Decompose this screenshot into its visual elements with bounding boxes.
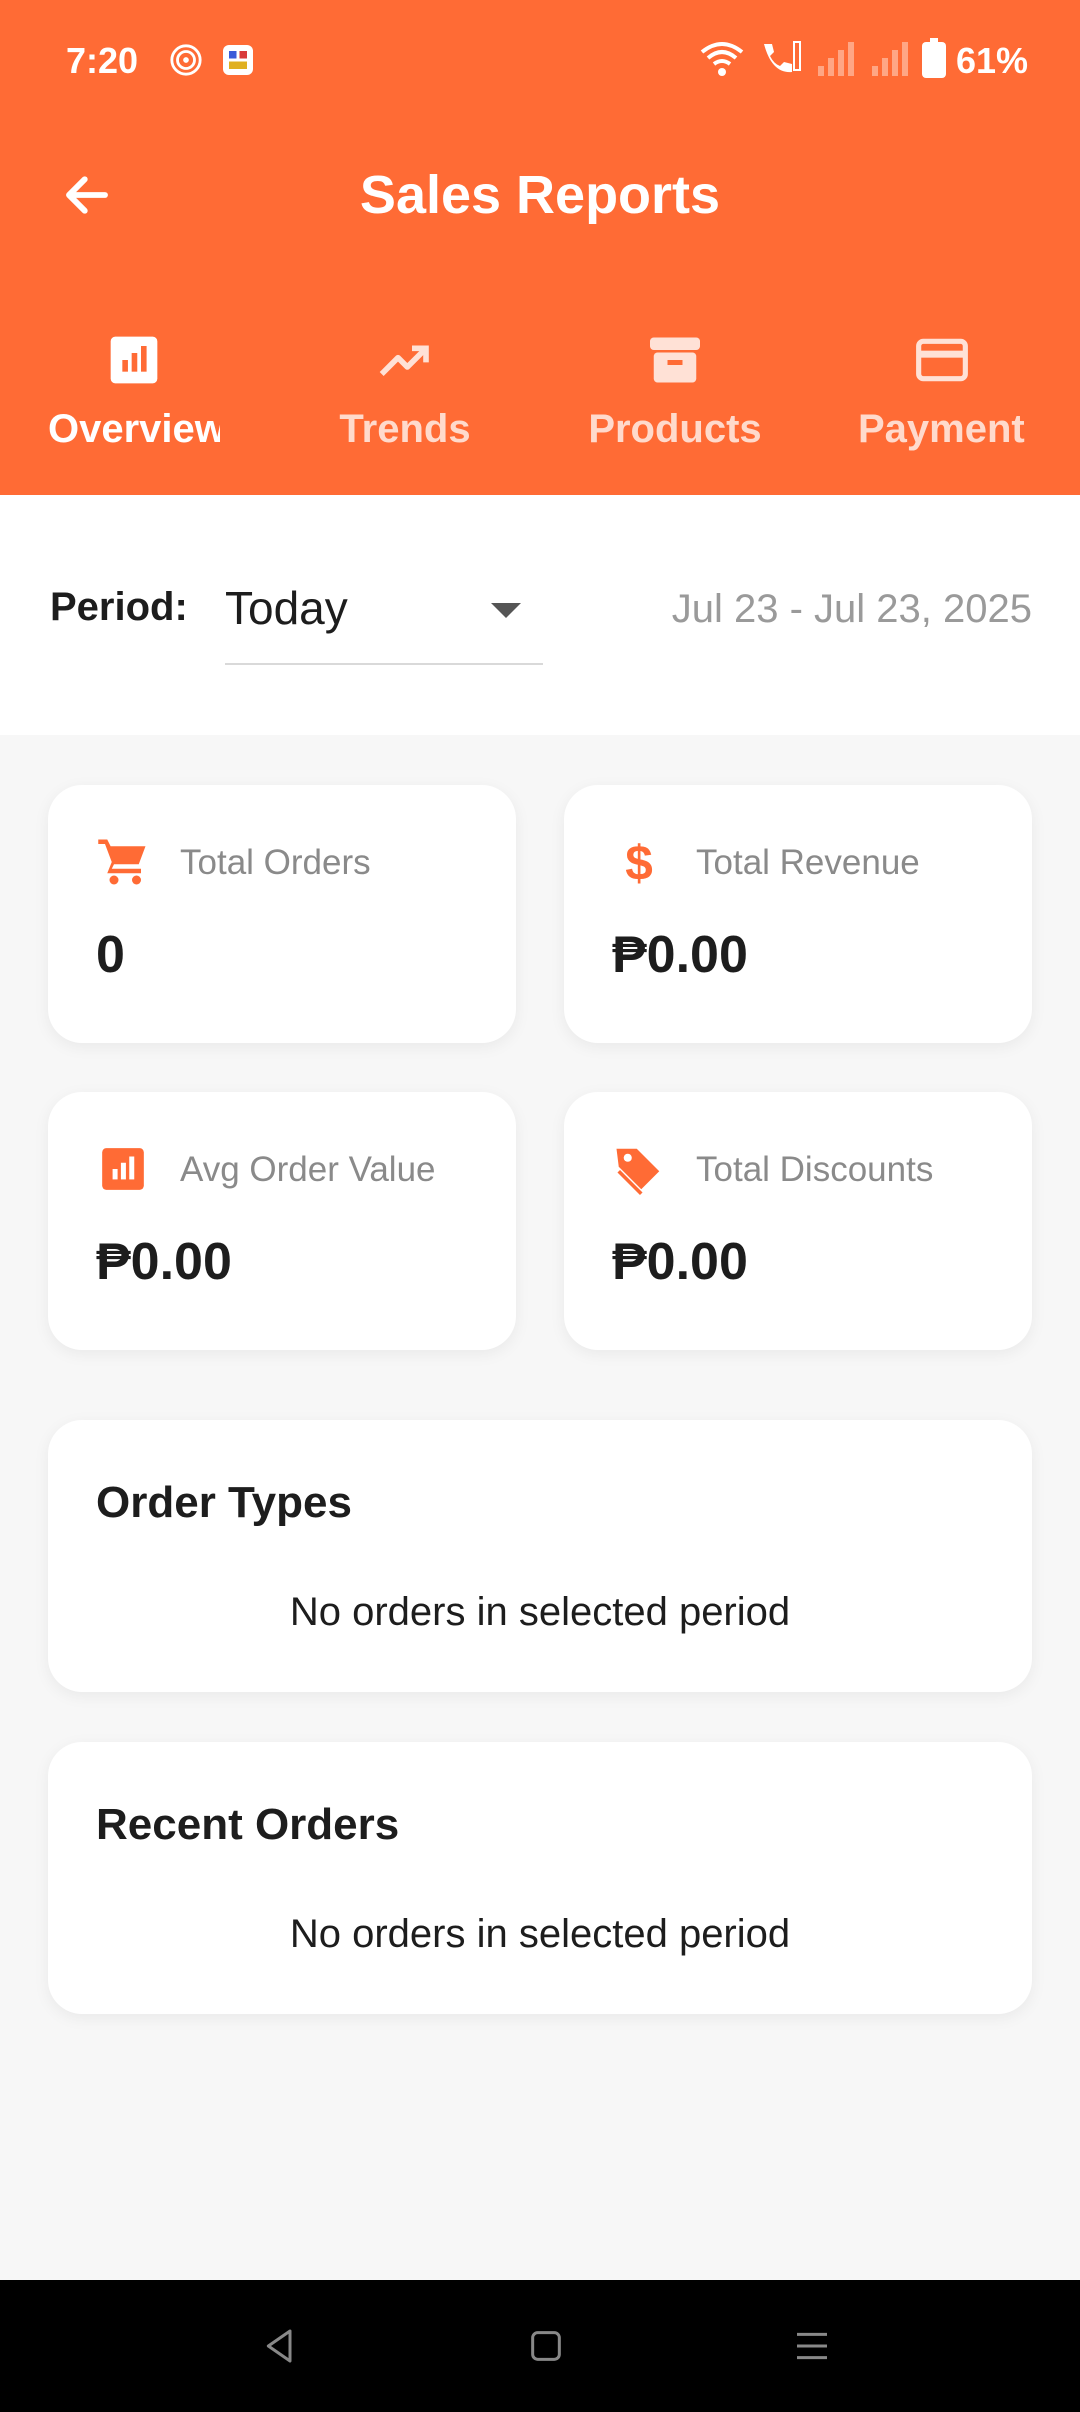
- tab-label: Products: [588, 407, 762, 451]
- tab-payment[interactable]: Payment: [810, 315, 1080, 495]
- battery-icon: [921, 38, 946, 83]
- wifi-icon: [698, 38, 746, 83]
- tab-label: Payment: [858, 407, 1025, 451]
- tag-icon: [612, 1142, 666, 1196]
- stat-value: 0: [96, 926, 125, 984]
- stat-label: Avg Order Value: [180, 1150, 436, 1189]
- stat-label: Total Discounts: [696, 1150, 934, 1189]
- total-orders-card: Total Orders 0: [48, 785, 516, 1043]
- nav-back-button[interactable]: [250, 2316, 310, 2376]
- empty-state-text: No orders in selected period: [289, 1590, 791, 1634]
- app-bar: Sales Reports: [0, 140, 1080, 250]
- report-tabs: Overview Trends Products Payment: [0, 305, 1080, 505]
- total-revenue-card: $ Total Revenue ₱0.00: [564, 785, 1032, 1043]
- date-range-text: Jul 23 - Jul 23, 2025: [671, 587, 1032, 631]
- bar-chart-icon: [0, 325, 220, 395]
- status-time: 7:20: [66, 40, 139, 81]
- triangle-back-icon: [266, 2329, 292, 2363]
- section-title: Order Types: [96, 1478, 352, 1527]
- page-title: Sales Reports: [359, 165, 721, 225]
- period-selected-value: Today: [225, 582, 348, 634]
- status-system-icons: 61%: [698, 38, 1028, 83]
- fingerprint-icon: [166, 40, 206, 80]
- stat-label: Total Revenue: [696, 843, 920, 882]
- tab-label: Trends: [339, 407, 471, 451]
- trending-up-icon: [270, 325, 540, 395]
- recent-orders-card: Recent Orders No orders in selected peri…: [48, 1742, 1032, 2014]
- period-dropdown[interactable]: Today: [225, 565, 543, 665]
- battery-percent: 61%: [955, 39, 1028, 81]
- status-bar: 7:20 61%: [0, 30, 1080, 94]
- app-notification-icon: [218, 40, 258, 80]
- empty-state-text: No orders in selected period: [289, 1912, 791, 1956]
- period-label: Period:: [50, 585, 188, 629]
- section-title: Recent Orders: [96, 1800, 400, 1849]
- svg-text:$: $: [625, 836, 653, 889]
- credit-card-icon: [810, 325, 1080, 395]
- total-discounts-card: Total Discounts ₱0.00: [564, 1092, 1032, 1350]
- tab-products[interactable]: Products: [540, 315, 810, 495]
- order-types-card: Order Types No orders in selected period: [48, 1420, 1032, 1692]
- stat-value: ₱0.00: [612, 1233, 748, 1291]
- nav-home-button[interactable]: [516, 2316, 576, 2376]
- stat-label: Total Orders: [180, 843, 371, 882]
- square-home-icon: [531, 2331, 561, 2361]
- wifi-calling-icon: [756, 38, 804, 83]
- sales-reports-screen: 7:20 61% Sales Reports Overview Trends P…: [0, 0, 1080, 2412]
- status-notification-icons: [166, 40, 258, 80]
- system-nav-bar: [0, 2280, 1080, 2412]
- dropdown-caret-icon: [491, 603, 521, 618]
- archive-box-icon: [540, 325, 810, 395]
- cart-icon: [96, 835, 150, 889]
- nav-recents-button[interactable]: [782, 2316, 842, 2376]
- header: 7:20 61% Sales Reports Overview Trends P…: [0, 0, 1080, 505]
- tab-trends[interactable]: Trends: [270, 315, 540, 495]
- tab-label: Overview: [48, 407, 220, 451]
- bar-chart-icon: [96, 1142, 150, 1196]
- signal-icon-2: [868, 38, 912, 83]
- tab-overview[interactable]: Overview: [0, 315, 270, 505]
- menu-lines-icon: [797, 2332, 827, 2360]
- dollar-icon: $: [612, 835, 666, 889]
- period-filter: Period: Today Jul 23 - Jul 23, 2025: [0, 495, 1080, 735]
- stat-value: ₱0.00: [96, 1233, 232, 1291]
- signal-icon-1: [814, 38, 858, 83]
- avg-order-value-card: Avg Order Value ₱0.00: [48, 1092, 516, 1350]
- stat-value: ₱0.00: [612, 926, 748, 984]
